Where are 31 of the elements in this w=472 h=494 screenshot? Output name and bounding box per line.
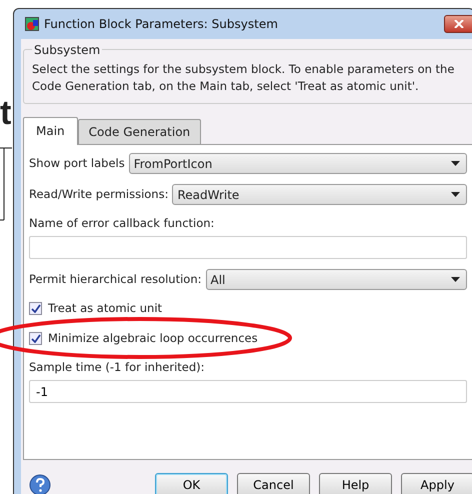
checkbox-label: Minimize algebraic loop occurrences: [48, 330, 258, 346]
app-icon: [25, 16, 39, 31]
tab[interactable]: Main: [23, 117, 78, 145]
window-title: Function Block Parameters: Subsystem: [44, 16, 278, 33]
dialog-button[interactable]: OK: [155, 473, 228, 494]
dropdown[interactable]: All: [206, 269, 467, 290]
field-label: Read/Write permissions:: [29, 186, 168, 203]
input-field[interactable]: [29, 236, 467, 260]
checkbox-label: Treat as atomic unit: [48, 300, 162, 318]
checkbox[interactable]: [29, 302, 42, 316]
close-button[interactable]: [444, 14, 472, 33]
dialog-button[interactable]: Cancel: [237, 473, 310, 494]
field-label: Show port labels: [29, 154, 125, 172]
dialog-button[interactable]: Apply: [401, 473, 472, 494]
input-field[interactable]: -1: [29, 380, 467, 403]
field-label: Permit hierarchical resolution:: [29, 271, 202, 288]
dropdown[interactable]: FromPortIcon: [128, 153, 467, 174]
description-text: Select the settings for the subsystem block. To enable parameters on the Code Generation tab, on the Main tab, select 'Treat as atomic unit'.: [32, 61, 456, 95]
close-icon: [454, 20, 464, 28]
field-label: Name of error callback function:: [29, 215, 216, 232]
caret-icon: [451, 161, 460, 166]
caret-icon: [451, 192, 460, 197]
checkbox[interactable]: [29, 332, 42, 345]
caret-icon: [451, 277, 460, 282]
group-legend: Subsystem: [32, 42, 102, 57]
field-label: Sample time (-1 for inherited):: [29, 358, 206, 376]
dropdown[interactable]: ReadWrite: [172, 184, 467, 205]
background-heading: t: [0, 96, 12, 130]
tab[interactable]: Code Generation: [78, 119, 202, 144]
dialog-button[interactable]: Help: [319, 473, 392, 494]
help-icon[interactable]: [29, 474, 51, 494]
